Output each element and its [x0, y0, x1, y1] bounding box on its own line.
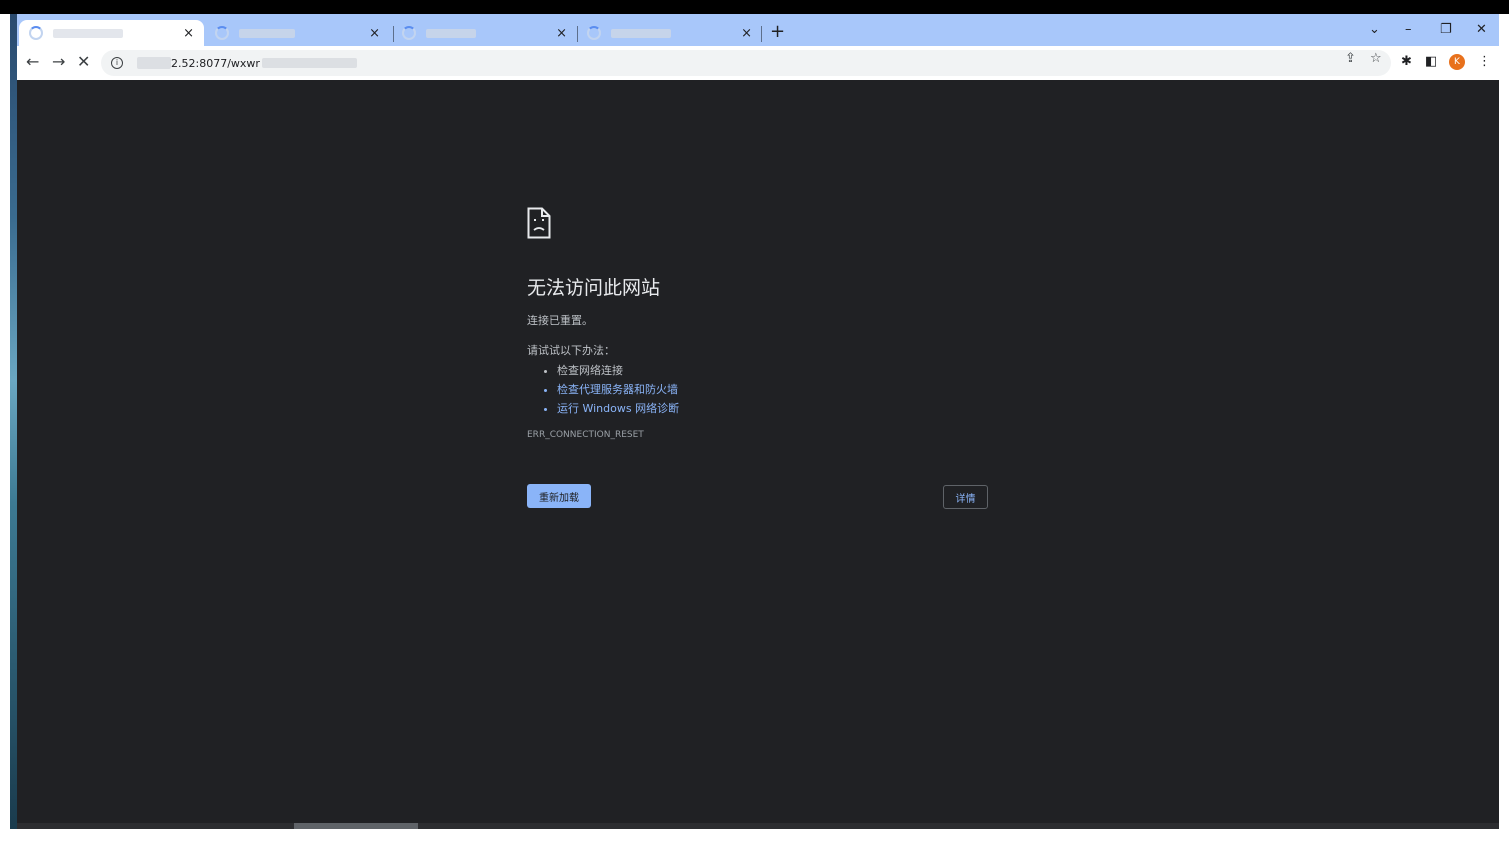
tab-title-redacted — [53, 28, 123, 38]
tab-close-icon[interactable]: × — [369, 27, 380, 40]
tab-4[interactable]: × — [577, 20, 762, 46]
tab-separator — [761, 26, 762, 42]
url-text: 2.52:8077/wxwr — [171, 56, 260, 70]
error-title: 无法访问此网站 — [527, 277, 661, 299]
stop-loading-icon[interactable]: ✕ — [77, 53, 90, 71]
tab-search-chevron-icon[interactable]: ⌄ — [1369, 22, 1380, 38]
tab-2[interactable]: × — [205, 20, 390, 46]
loading-spinner-icon — [29, 26, 43, 40]
tab-3[interactable]: × — [392, 20, 577, 46]
extensions-puzzle-icon[interactable]: ✱ — [1401, 54, 1412, 70]
loading-spinner-icon — [215, 26, 229, 40]
forward-arrow-icon[interactable]: → — [52, 53, 65, 71]
url-redacted-part — [137, 57, 171, 69]
suggestion-check-network: 检查网络连接 — [557, 361, 679, 380]
tab-strip: × × × × + ⌄ – ❐ ✕ — [17, 14, 1499, 46]
scrollbar-thumb[interactable] — [294, 823, 418, 829]
suggestion-run-diagnostics-link[interactable]: 运行 Windows 网络诊断 — [557, 399, 679, 418]
details-button[interactable]: 详情 — [943, 485, 988, 509]
restore-button[interactable]: ❐ — [1440, 22, 1452, 38]
top-black-bar — [0, 0, 1509, 14]
tab-title-redacted — [239, 28, 295, 38]
close-window-button[interactable]: ✕ — [1476, 22, 1487, 38]
new-tab-button[interactable]: + — [770, 22, 785, 42]
suggestions-label: 请试试以下办法： — [527, 344, 615, 357]
tab-1[interactable]: × — [19, 20, 204, 46]
tab-close-icon[interactable]: × — [556, 27, 567, 40]
browser-toolbar: ← → ✕ i 2.52:8077/wxwr ⇪ ☆ ✱ ◧ K ⋮ — [17, 46, 1499, 80]
error-subtitle: 连接已重置。 — [527, 314, 593, 327]
site-info-icon[interactable]: i — [111, 57, 123, 69]
share-icon[interactable]: ⇪ — [1345, 51, 1356, 67]
tab-title-redacted — [611, 28, 671, 38]
desktop-background-strip — [10, 14, 17, 829]
address-bar[interactable]: i 2.52:8077/wxwr — [101, 50, 1391, 76]
error-code: ERR_CONNECTION_RESET — [527, 430, 644, 440]
tab-close-icon[interactable]: × — [741, 27, 752, 40]
tab-close-icon[interactable]: × — [183, 27, 194, 40]
tab-title-redacted — [426, 28, 476, 38]
profile-avatar[interactable]: K — [1449, 54, 1465, 70]
bookmark-star-icon[interactable]: ☆ — [1370, 51, 1382, 67]
browser-window: × × × × + ⌄ – ❐ ✕ ← → ✕ i 2.52:8077/wxwr… — [17, 14, 1499, 829]
loading-spinner-icon — [587, 26, 601, 40]
error-page: 无法访问此网站 连接已重置。 请试试以下办法： 检查网络连接 检查代理服务器和防… — [17, 80, 1499, 829]
suggestion-check-proxy-firewall-link[interactable]: 检查代理服务器和防火墙 — [557, 380, 679, 399]
horizontal-scrollbar[interactable] — [17, 823, 1499, 829]
back-arrow-icon[interactable]: ← — [26, 53, 39, 71]
menu-kebab-icon[interactable]: ⋮ — [1478, 54, 1491, 70]
sad-page-icon — [527, 207, 551, 239]
loading-spinner-icon — [402, 26, 416, 40]
reload-button[interactable]: 重新加载 — [527, 484, 591, 508]
suggestions-list: 检查网络连接 检查代理服务器和防火墙 运行 Windows 网络诊断 — [527, 361, 679, 418]
side-panel-icon[interactable]: ◧ — [1425, 54, 1437, 70]
url-redacted-part — [261, 58, 357, 68]
minimize-button[interactable]: – — [1405, 22, 1412, 38]
